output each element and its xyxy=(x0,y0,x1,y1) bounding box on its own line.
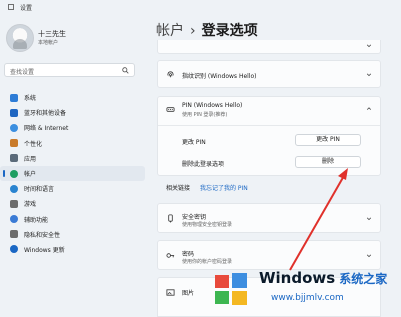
breadcrumb: 帐户 › 登录选项 xyxy=(156,20,258,40)
related-links: 相关链接 我忘记了我的 PIN xyxy=(166,183,248,192)
facial-recognition-panel[interactable] xyxy=(157,40,381,54)
sidebar-item-windows-update[interactable]: Windows 更新 xyxy=(0,242,145,257)
network-icon xyxy=(10,123,18,132)
watermark-brand-cn: 系统之家 xyxy=(339,272,388,286)
related-label: 相关链接 xyxy=(166,185,191,192)
sidebar-item-privacy[interactable]: 隐私和安全性 xyxy=(0,227,145,242)
sidebar-item-personalization[interactable]: 个性化 xyxy=(0,136,145,151)
chevron-down-icon xyxy=(366,217,372,221)
sidebar-nav: 系统 蓝牙和其他设备 网络 & Internet 个性化 应用 帐户 时间和语言… xyxy=(0,90,145,257)
change-pin-button[interactable]: 更改 PIN xyxy=(295,134,361,146)
brush-icon xyxy=(10,139,18,148)
watermark-brand: Windows xyxy=(259,269,336,287)
pin-subtitle: 使用 PIN 登录(推荐) xyxy=(182,112,228,118)
security-key-subtitle: 使用物理安全密钥登录 xyxy=(182,222,233,228)
security-key-title: 安全密钥 xyxy=(182,214,207,221)
accessibility-icon xyxy=(10,215,18,224)
gamepad-icon xyxy=(10,199,18,208)
watermark-title: Windows 系统之家 xyxy=(259,269,387,287)
chevron-down-icon xyxy=(366,73,372,77)
sidebar-item-network[interactable]: 网络 & Internet xyxy=(0,120,145,135)
page-title: 登录选项 xyxy=(201,23,258,39)
fingerprint-panel[interactable]: 指纹识别 (Windows Hello) xyxy=(157,60,381,88)
breadcrumb-separator: › xyxy=(190,23,196,39)
pin-icon xyxy=(166,107,175,112)
sidebar-item-apps[interactable]: 应用 xyxy=(0,151,145,166)
search-placeholder: 查找设置 xyxy=(10,69,35,76)
sidebar-item-accounts[interactable]: 帐户 xyxy=(0,165,145,182)
key-icon xyxy=(168,214,173,223)
title-bar: 设置 xyxy=(0,0,401,14)
sidebar-item-bluetooth[interactable]: 蓝牙和其他设备 xyxy=(0,105,145,120)
account-icon xyxy=(10,169,18,178)
watermark-url: www.bjjmlv.com xyxy=(271,293,344,303)
user-profile[interactable]: 十三先生 本地帐户 xyxy=(4,20,144,56)
pin-title: PIN (Windows Hello) xyxy=(182,102,243,109)
search-input[interactable]: 查找设置 xyxy=(4,63,135,77)
sidebar-item-system[interactable]: 系统 xyxy=(0,90,145,105)
globe-icon xyxy=(10,184,18,193)
user-name: 十三先生 xyxy=(38,30,66,38)
security-key-panel[interactable]: 安全密钥 使用物理安全密钥登录 xyxy=(157,203,381,233)
fingerprint-icon xyxy=(167,71,174,78)
chevron-up-icon xyxy=(366,107,372,110)
forgot-pin-link[interactable]: 我忘记了我的 PIN xyxy=(200,185,248,192)
breadcrumb-parent[interactable]: 帐户 xyxy=(156,23,184,39)
settings-app-icon xyxy=(8,4,14,10)
shield-icon xyxy=(10,230,18,239)
window-title: 设置 xyxy=(20,5,33,12)
update-icon xyxy=(10,245,18,254)
picture-title: 图片 xyxy=(182,290,195,297)
picture-icon xyxy=(166,289,175,296)
chevron-down-icon xyxy=(366,44,372,48)
account-type: 本地帐户 xyxy=(38,40,59,46)
watermark: Windows 系统之家 www.bjjmlv.com xyxy=(205,263,401,317)
bluetooth-icon xyxy=(10,108,18,117)
password-key-icon xyxy=(166,253,175,258)
chevron-down-icon xyxy=(366,254,372,258)
remove-pin-button[interactable]: 删除 xyxy=(295,156,361,168)
fingerprint-title: 指纹识别 (Windows Hello) xyxy=(182,73,257,80)
system-icon xyxy=(10,93,18,102)
sidebar-item-time-language[interactable]: 时间和语言 xyxy=(0,181,145,196)
divider xyxy=(158,125,380,126)
remove-option-label: 删除此登录选项 xyxy=(182,161,225,168)
change-pin-label: 更改 PIN xyxy=(182,139,206,146)
avatar xyxy=(6,24,34,52)
search-icon xyxy=(122,67,129,74)
pin-panel[interactable]: PIN (Windows Hello) 使用 PIN 登录(推荐) 更改 PIN… xyxy=(157,96,381,176)
sidebar-item-gaming[interactable]: 游戏 xyxy=(0,196,145,211)
password-title: 密码 xyxy=(182,251,195,258)
apps-icon xyxy=(10,154,18,163)
sidebar-item-accessibility[interactable]: 辅助功能 xyxy=(0,212,145,227)
windows-logo-icon xyxy=(215,273,247,305)
